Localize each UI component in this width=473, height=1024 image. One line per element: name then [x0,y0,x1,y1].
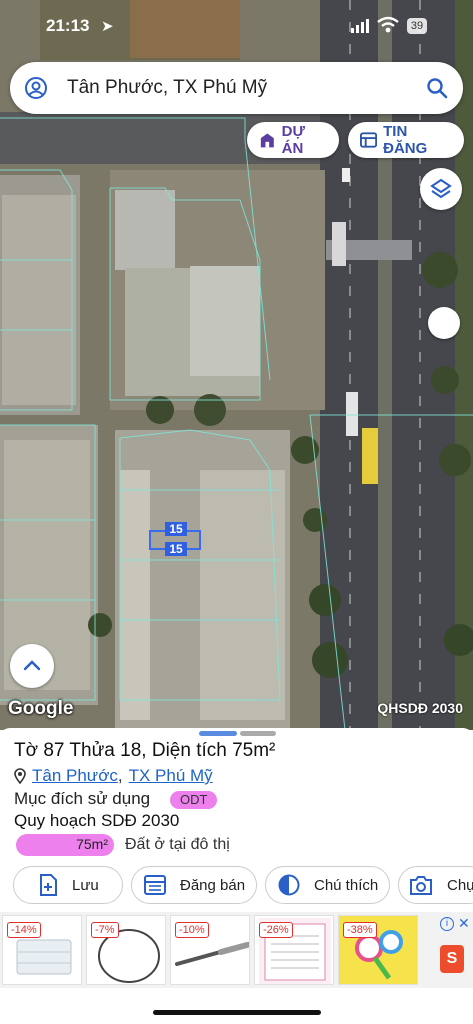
ad-banner[interactable]: -14% -7% -10% -26% -38% i ✕ S [0,912,473,988]
listings-chip[interactable]: TIN ĐĂNG [348,122,464,158]
cellular-signal-icon [351,19,369,33]
discount-badge: -7% [91,922,119,938]
search-icon[interactable] [425,76,449,100]
legend-button[interactable]: Chú thích [265,866,390,904]
plan-land-type: Đất ở tại đô thị [125,836,230,853]
projects-chip[interactable]: DỰ ÁN [247,122,339,158]
location-pin-icon [14,768,26,784]
location-arrow-icon: ➤ [101,18,114,35]
camera-add-icon [410,876,432,895]
wifi-icon [377,16,399,33]
active-layer-tag: QHSDĐ 2030 [377,700,463,716]
post-for-sale-button[interactable]: Đăng bán [131,866,257,904]
google-attribution: Google [8,698,74,719]
battery-indicator: 39 [407,18,427,34]
search-query[interactable]: Tân Phước, TX Phú Mỹ [67,77,267,99]
parcel-number-label[interactable]: 15 [165,542,187,556]
expand-panel-button[interactable] [10,644,54,688]
action-buttons-row: Lưu Đăng bán Chú thích Chụ [0,866,473,906]
status-time: 21:13 [46,16,90,35]
layers-button[interactable] [420,168,462,210]
capture-button[interactable]: Chụ [398,866,473,904]
discount-badge: -26% [259,922,293,938]
contrast-icon [278,874,300,896]
ad-product-card[interactable]: -38% [338,915,418,985]
panel-drag-handle[interactable] [240,731,276,736]
panel-drag-handle[interactable] [199,731,237,736]
location-separator: , [117,766,123,785]
ad-product-card[interactable]: -7% [86,915,166,985]
legend-button-label: Chú thích [314,876,379,894]
shopee-logo: S [440,945,464,973]
search-bar[interactable]: Tân Phước, TX Phú Mỹ [10,62,463,114]
land-plan-label: Quy hoạch SDĐ 2030 [14,811,180,830]
status-bar: 21:13 ➤ 39 [0,14,473,44]
home-indicator[interactable] [153,1010,321,1015]
parcel-title: Tờ 87 Thửa 18, Diện tích 75m² [14,740,276,761]
land-use-code-badge: ODT [170,791,218,809]
parcel-number-label[interactable]: 15 [165,522,187,536]
chevron-up-icon [23,660,41,671]
ad-advertiser[interactable]: i ✕ S [428,915,473,985]
parcel-location: Tân Phước , TX Phú Mỹ [14,766,213,786]
ad-info-icon[interactable]: i [440,917,454,931]
layers-icon [430,178,452,199]
listing-form-icon [144,875,166,895]
satellite-map[interactable]: 21:13 ➤ 39 Tân Phước, TX Phú Mỹ DỰ ÁN TI… [0,0,473,730]
discount-badge: -38% [343,922,377,938]
land-use-purpose-label: Mục đích sử dụng [14,789,151,808]
town-link[interactable]: TX Phú Mỹ [129,766,213,786]
bottom-safe-area [0,988,473,1024]
ad-close-icon[interactable]: ✕ [458,915,470,932]
plan-area-value: 75m² [76,836,108,852]
discount-badge: -10% [175,922,209,938]
listing-icon [360,132,378,148]
capture-button-label: Chụ [447,876,473,894]
ward-link[interactable]: Tân Phước [32,766,118,786]
save-button-label: Lưu [72,876,99,894]
plan-area-bar: 75m² [16,834,114,856]
listings-chip-label: TIN ĐĂNG [383,123,428,157]
discount-badge: -14% [7,922,41,938]
ad-product-card[interactable]: -10% [170,915,250,985]
user-location-icon[interactable] [24,76,48,100]
post-for-sale-label: Đăng bán [180,876,246,894]
ad-product-card[interactable]: -14% [2,915,82,985]
save-button[interactable]: Lưu [13,866,123,904]
building-icon [260,133,274,148]
ad-product-card[interactable]: -26% [254,915,334,985]
projects-chip-label: DỰ ÁN [281,123,305,157]
bookmark-add-icon [40,874,57,896]
map-control-dot[interactable] [428,307,460,339]
